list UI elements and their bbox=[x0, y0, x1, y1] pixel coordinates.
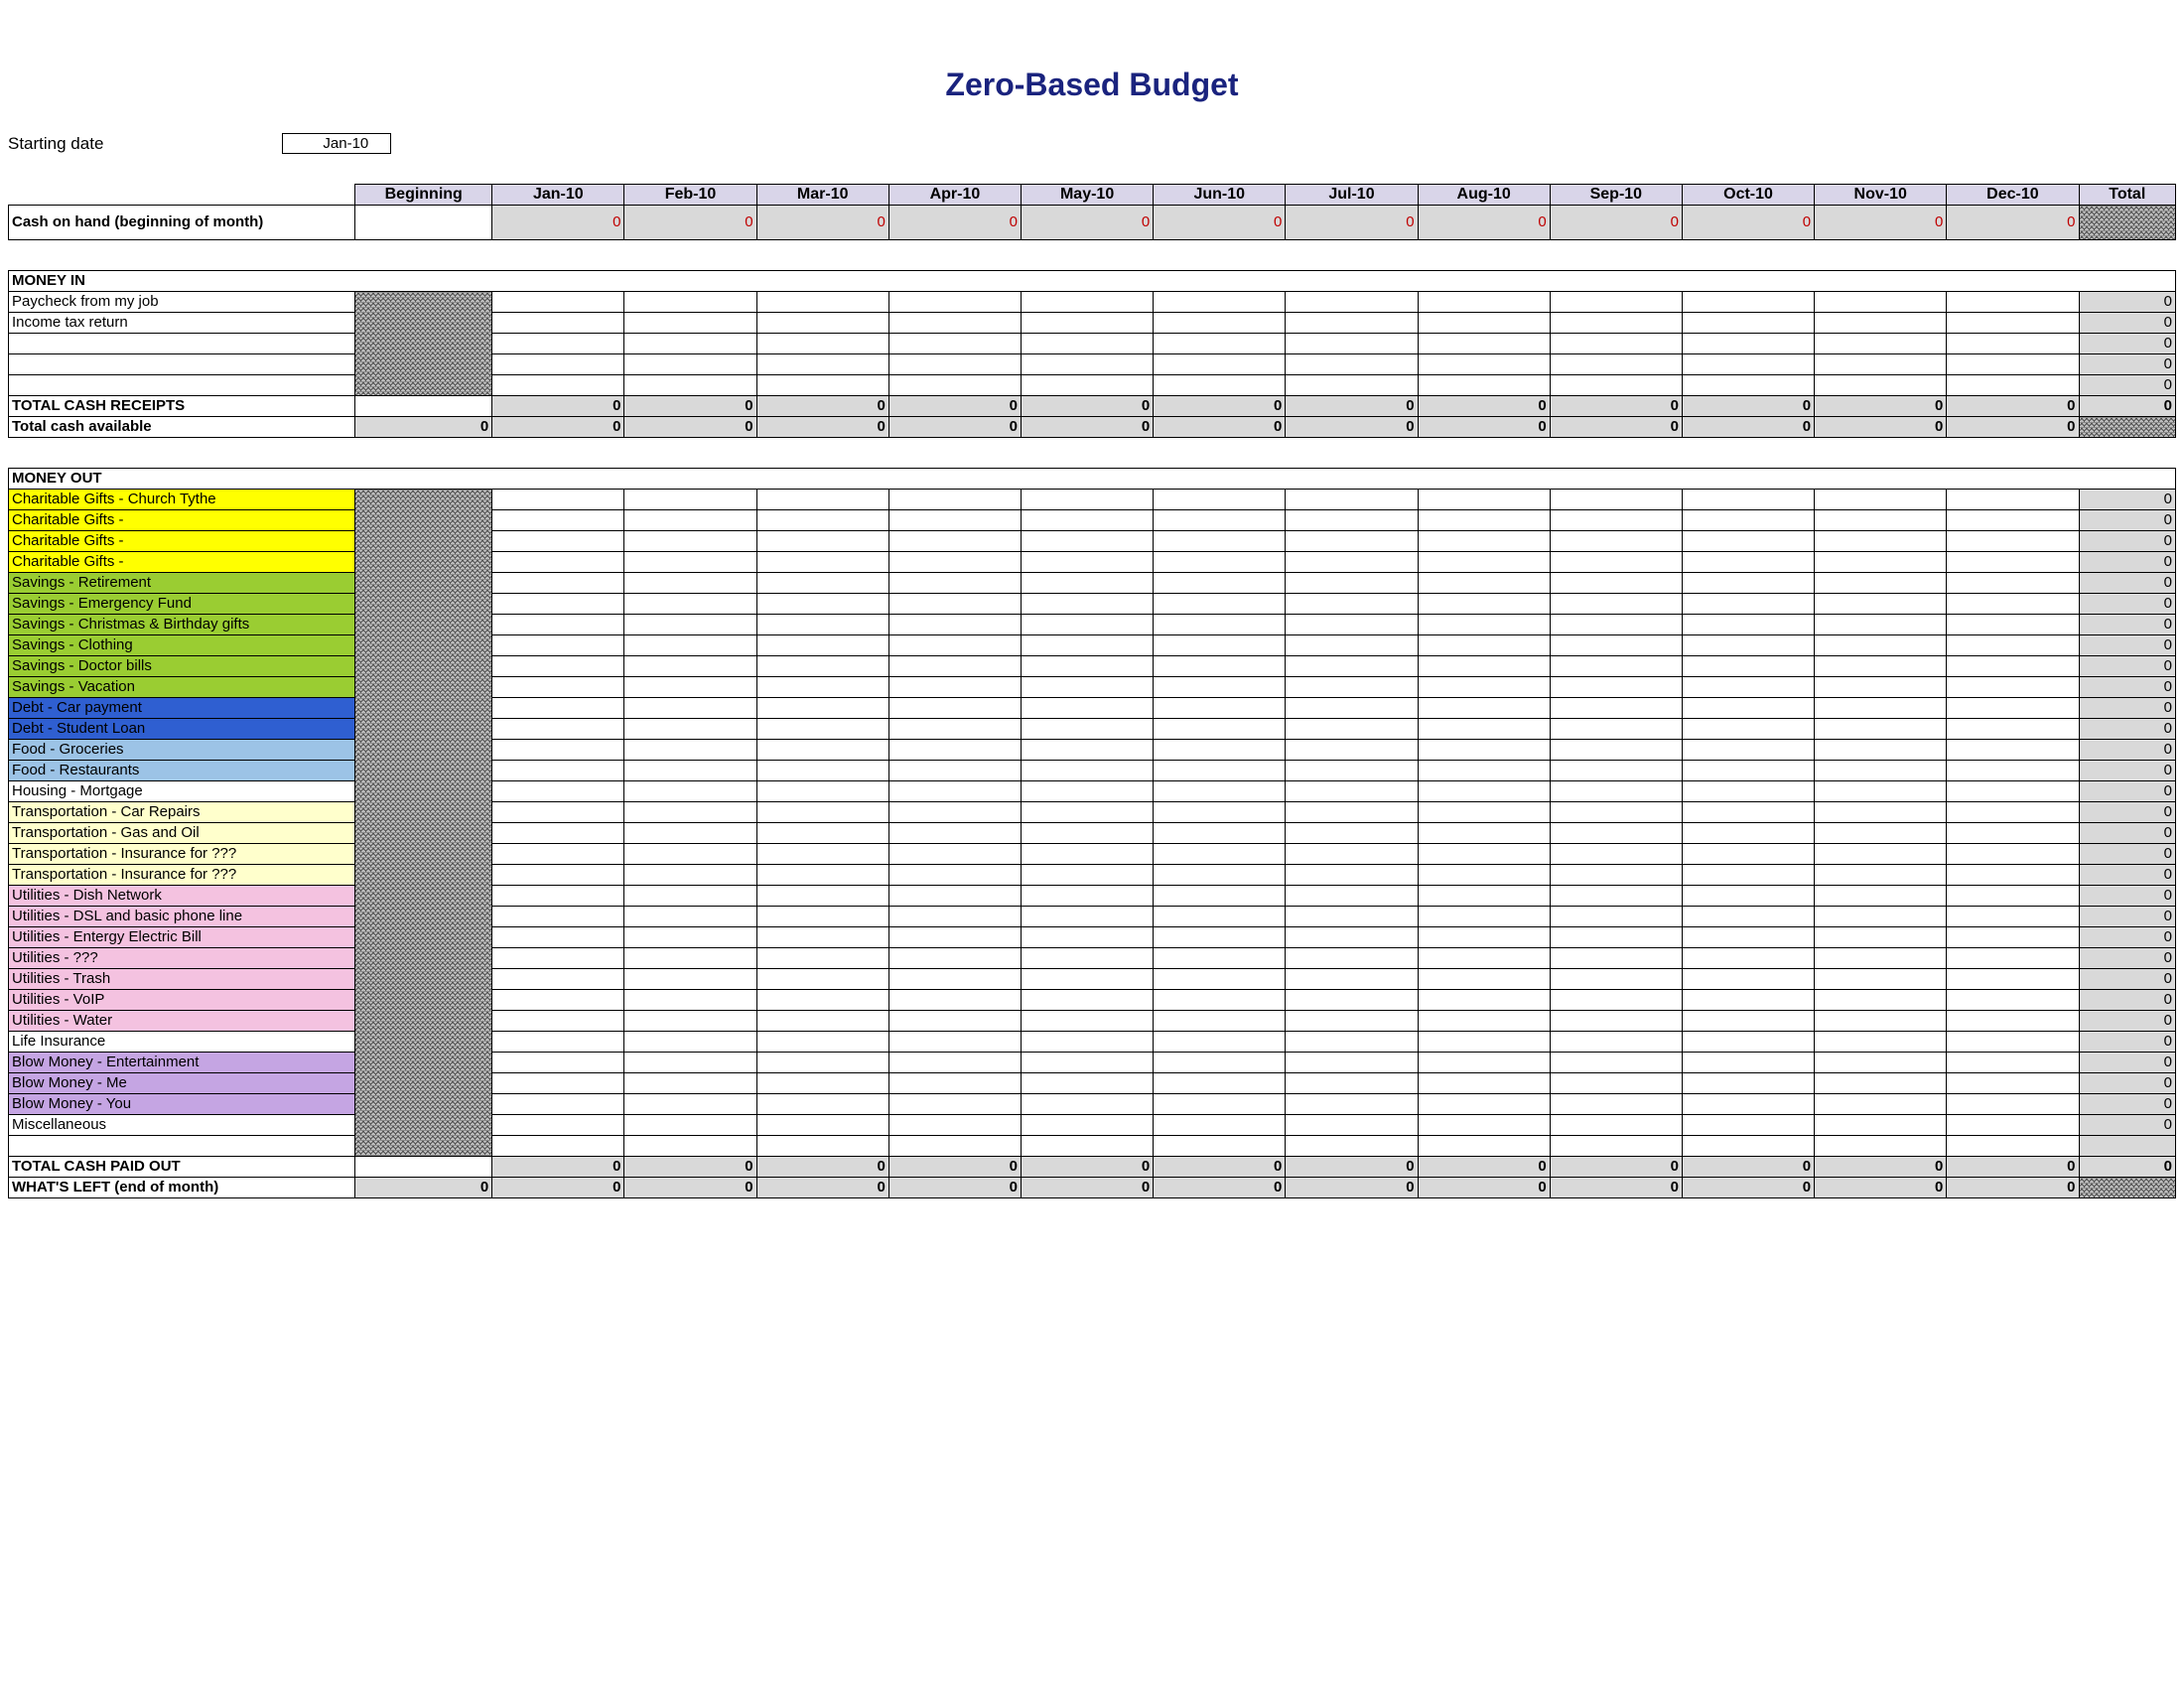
expense-row: Transportation - Insurance for ???0 bbox=[9, 844, 2176, 865]
budget-table: BeginningJan-10Feb-10Mar-10Apr-10May-10J… bbox=[8, 184, 2176, 1198]
expense-row: Transportation - Gas and Oil0 bbox=[9, 823, 2176, 844]
total-receipts-row: TOTAL CASH RECEIPTS0000000000000 bbox=[9, 396, 2176, 417]
page-title: Zero-Based Budget bbox=[8, 67, 2176, 103]
expense-row: Debt - Student Loan0 bbox=[9, 719, 2176, 740]
column-header: Jan-10 bbox=[492, 185, 624, 206]
column-header: Sep-10 bbox=[1550, 185, 1682, 206]
column-header: Apr-10 bbox=[888, 185, 1021, 206]
expense-row: Charitable Gifts -0 bbox=[9, 552, 2176, 573]
expense-row: Utilities - Water0 bbox=[9, 1011, 2176, 1032]
column-header: Nov-10 bbox=[1815, 185, 1947, 206]
starting-date-cell[interactable]: Jan-10 bbox=[282, 133, 391, 154]
expense-row: Food - Groceries0 bbox=[9, 740, 2176, 761]
total-paid-row: TOTAL CASH PAID OUT0000000000000 bbox=[9, 1157, 2176, 1178]
income-row: 0 bbox=[9, 334, 2176, 354]
money-out-header: MONEY OUT bbox=[9, 469, 2176, 490]
spacer bbox=[9, 438, 2176, 469]
spacer bbox=[9, 240, 2176, 271]
expense-row: Blow Money - Entertainment0 bbox=[9, 1053, 2176, 1073]
column-header: Beginning bbox=[355, 185, 492, 206]
expense-row: Blow Money - Me0 bbox=[9, 1073, 2176, 1094]
column-header: Total bbox=[2079, 185, 2176, 206]
expense-row: Utilities - VoIP0 bbox=[9, 990, 2176, 1011]
expense-row: Utilities - Trash0 bbox=[9, 969, 2176, 990]
money-in-header: MONEY IN bbox=[9, 271, 2176, 292]
expense-row: Savings - Clothing0 bbox=[9, 635, 2176, 656]
expense-row bbox=[9, 1136, 2176, 1157]
expense-row: Life Insurance0 bbox=[9, 1032, 2176, 1053]
column-header: Jul-10 bbox=[1286, 185, 1418, 206]
total-available-row: Total cash available0000000000000 bbox=[9, 417, 2176, 438]
column-header-row: BeginningJan-10Feb-10Mar-10Apr-10May-10J… bbox=[9, 185, 2176, 206]
expense-row: Blow Money - You0 bbox=[9, 1094, 2176, 1115]
expense-row: Debt - Car payment0 bbox=[9, 698, 2176, 719]
income-row: Income tax return0 bbox=[9, 313, 2176, 334]
column-header: Aug-10 bbox=[1418, 185, 1550, 206]
income-row: 0 bbox=[9, 354, 2176, 375]
income-row: Paycheck from my job0 bbox=[9, 292, 2176, 313]
column-header: May-10 bbox=[1022, 185, 1154, 206]
cash-on-hand-row: Cash on hand (beginning of month)0000000… bbox=[9, 206, 2176, 240]
expense-row: Savings - Emergency Fund0 bbox=[9, 594, 2176, 615]
expense-row: Transportation - Car Repairs0 bbox=[9, 802, 2176, 823]
income-row: 0 bbox=[9, 375, 2176, 396]
column-header: Jun-10 bbox=[1154, 185, 1286, 206]
expense-row: Savings - Vacation0 bbox=[9, 677, 2176, 698]
expense-row: Savings - Christmas & Birthday gifts0 bbox=[9, 615, 2176, 635]
expense-row: Miscellaneous0 bbox=[9, 1115, 2176, 1136]
column-header: Oct-10 bbox=[1682, 185, 1814, 206]
starting-date-row: Starting date Jan-10 bbox=[8, 133, 2176, 154]
column-header: Feb-10 bbox=[624, 185, 756, 206]
starting-date-label: Starting date bbox=[8, 134, 103, 154]
expense-row: Savings - Retirement0 bbox=[9, 573, 2176, 594]
expense-row: Utilities - DSL and basic phone line0 bbox=[9, 907, 2176, 927]
expense-row: Utilities - Entergy Electric Bill0 bbox=[9, 927, 2176, 948]
expense-row: Housing - Mortgage0 bbox=[9, 781, 2176, 802]
expense-row: Charitable Gifts -0 bbox=[9, 531, 2176, 552]
expense-row: Savings - Doctor bills0 bbox=[9, 656, 2176, 677]
column-header: Mar-10 bbox=[756, 185, 888, 206]
expense-row: Transportation - Insurance for ???0 bbox=[9, 865, 2176, 886]
expense-row: Food - Restaurants0 bbox=[9, 761, 2176, 781]
whats-left-row: WHAT'S LEFT (end of month)0000000000000 bbox=[9, 1178, 2176, 1198]
expense-row: Utilities - Dish Network0 bbox=[9, 886, 2176, 907]
column-header: Dec-10 bbox=[1947, 185, 2079, 206]
expense-row: Charitable Gifts - Church Tythe0 bbox=[9, 490, 2176, 510]
expense-row: Charitable Gifts -0 bbox=[9, 510, 2176, 531]
expense-row: Utilities - ???0 bbox=[9, 948, 2176, 969]
